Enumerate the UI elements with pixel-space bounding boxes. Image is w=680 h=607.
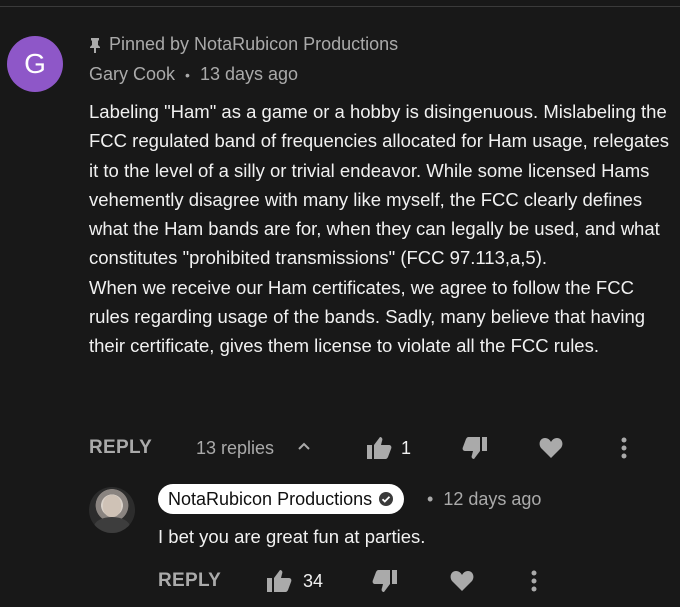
like-count: 1 <box>401 438 412 458</box>
comment-paragraph: Labeling "Ham" as a game or a hobby is d… <box>89 101 670 269</box>
comment-actions: REPLY 13 replies 1 <box>89 433 649 465</box>
more-vert-icon[interactable] <box>530 569 538 593</box>
comment-paragraph: When we receive our Ham certificates, we… <box>89 276 646 357</box>
reply-body: I bet you are great fun at parties. <box>158 526 426 547</box>
reply-time[interactable]: 12 days ago <box>443 489 541 510</box>
pin-icon <box>89 37 101 53</box>
comment-meta: Gary Cook • 13 days ago <box>89 64 298 85</box>
avatar-shoulders <box>94 517 130 533</box>
reply-actions: REPLY 34 <box>158 566 578 598</box>
thumbs-up-icon[interactable] <box>366 436 392 460</box>
replies-toggle[interactable]: 13 replies <box>196 438 274 459</box>
avatar-face <box>103 495 121 517</box>
reply-button[interactable]: REPLY <box>89 437 152 459</box>
verified-check-icon <box>378 491 394 507</box>
separator-dot: • <box>427 489 434 509</box>
comment-body: Labeling "Ham" as a game or a hobby is d… <box>89 97 669 361</box>
reply-button[interactable]: REPLY <box>158 570 221 592</box>
comment-time[interactable]: 13 days ago <box>200 64 298 85</box>
reply-avatar[interactable] <box>89 487 135 533</box>
thumbs-down-icon[interactable] <box>372 569 398 593</box>
pinned-label: Pinned by NotaRubicon Productions <box>89 34 398 55</box>
reply-author-chip[interactable]: NotaRubicon Productions <box>158 484 405 514</box>
avatar-letter: G <box>24 48 46 79</box>
heart-icon[interactable] <box>539 437 563 459</box>
more-vert-icon[interactable] <box>620 436 628 460</box>
top-divider <box>0 6 680 7</box>
thumbs-up-icon[interactable] <box>266 569 292 593</box>
separator-dot: • <box>185 66 190 83</box>
heart-icon[interactable] <box>450 570 474 592</box>
chevron-up-icon[interactable] <box>297 439 311 453</box>
reply-meta: • 12 days ago <box>427 489 541 510</box>
avatar[interactable]: G <box>7 36 63 92</box>
comment-author[interactable]: Gary Cook <box>89 64 175 85</box>
reply-author: NotaRubicon Productions <box>168 488 373 509</box>
like-count: 34 <box>303 571 324 591</box>
thumbs-down-icon[interactable] <box>462 436 488 460</box>
pinned-text: Pinned by NotaRubicon Productions <box>109 34 399 54</box>
